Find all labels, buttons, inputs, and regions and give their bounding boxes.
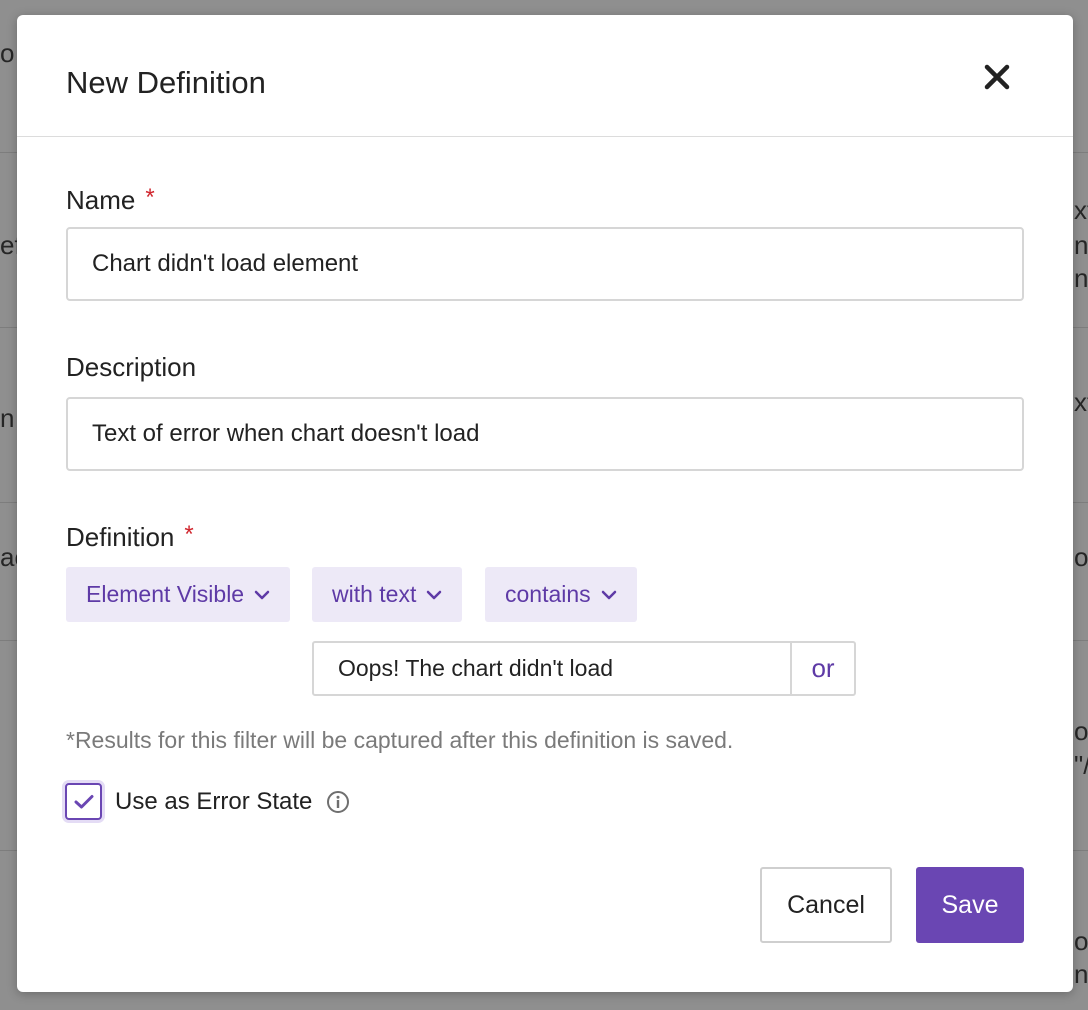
chevron-down-icon xyxy=(601,590,617,600)
chevron-down-icon xyxy=(254,590,270,600)
element-type-dropdown[interactable]: Element Visible xyxy=(66,567,291,622)
background-text: or xyxy=(1074,926,1088,956)
save-button[interactable]: Save xyxy=(916,867,1024,943)
close-icon xyxy=(984,64,1010,90)
dialog-title: New Definition xyxy=(66,65,266,100)
match-mode-dropdown[interactable]: with text xyxy=(312,567,463,622)
description-label: Description xyxy=(66,352,196,383)
description-input-value: Text of error when chart doesn't load xyxy=(92,420,480,447)
info-icon[interactable] xyxy=(326,790,350,814)
background-text: or xyxy=(1074,716,1088,746)
definition-text-input[interactable]: Oops! The chart didn't load xyxy=(314,643,792,694)
definition-label-text: Definition xyxy=(66,522,175,552)
background-text: n xyxy=(1074,230,1088,260)
operator-value: contains xyxy=(505,581,591,607)
name-label-text: Name xyxy=(66,185,136,215)
match-mode-value: with text xyxy=(332,581,417,607)
background-text: o xyxy=(0,38,15,68)
chevron-down-icon xyxy=(426,590,442,600)
checkmark-icon xyxy=(74,794,93,808)
element-type-value: Element Visible xyxy=(86,581,245,607)
error-state-checkbox[interactable] xyxy=(65,783,102,820)
background-text: n" xyxy=(1074,263,1088,293)
background-text: ns xyxy=(1074,959,1088,989)
background-text: xt xyxy=(1074,387,1088,417)
cancel-button[interactable]: Cancel xyxy=(760,867,892,943)
new-definition-dialog: New Definition Name * Chart didn't load e… xyxy=(17,15,1073,992)
required-mark: * xyxy=(145,184,155,211)
error-state-row: Use as Error State xyxy=(65,783,350,820)
description-input[interactable]: Text of error when chart doesn't load xyxy=(66,397,1024,471)
name-input[interactable]: Chart didn't load element xyxy=(66,227,1024,301)
or-button[interactable]: or xyxy=(792,643,854,694)
error-state-label: Use as Error State xyxy=(115,787,313,815)
dialog-header: New Definition xyxy=(17,15,1073,137)
background-text: or xyxy=(1074,542,1088,572)
operator-dropdown[interactable]: contains xyxy=(485,567,637,622)
required-mark: * xyxy=(184,521,194,548)
save-note: *Results for this filter will be capture… xyxy=(66,727,734,753)
name-input-value: Chart didn't load element xyxy=(92,250,359,277)
description-label-text: Description xyxy=(66,352,197,382)
background-text: xt xyxy=(1074,195,1088,225)
definition-label: Definition * xyxy=(66,521,194,553)
close-button[interactable] xyxy=(979,59,1015,95)
background-text: "/ xyxy=(1074,750,1088,780)
background-text: n xyxy=(0,403,15,433)
definition-text-value: Oops! The chart didn't load xyxy=(338,655,614,681)
name-label: Name * xyxy=(66,184,155,216)
definition-value-group: Oops! The chart didn't load or xyxy=(312,641,856,696)
